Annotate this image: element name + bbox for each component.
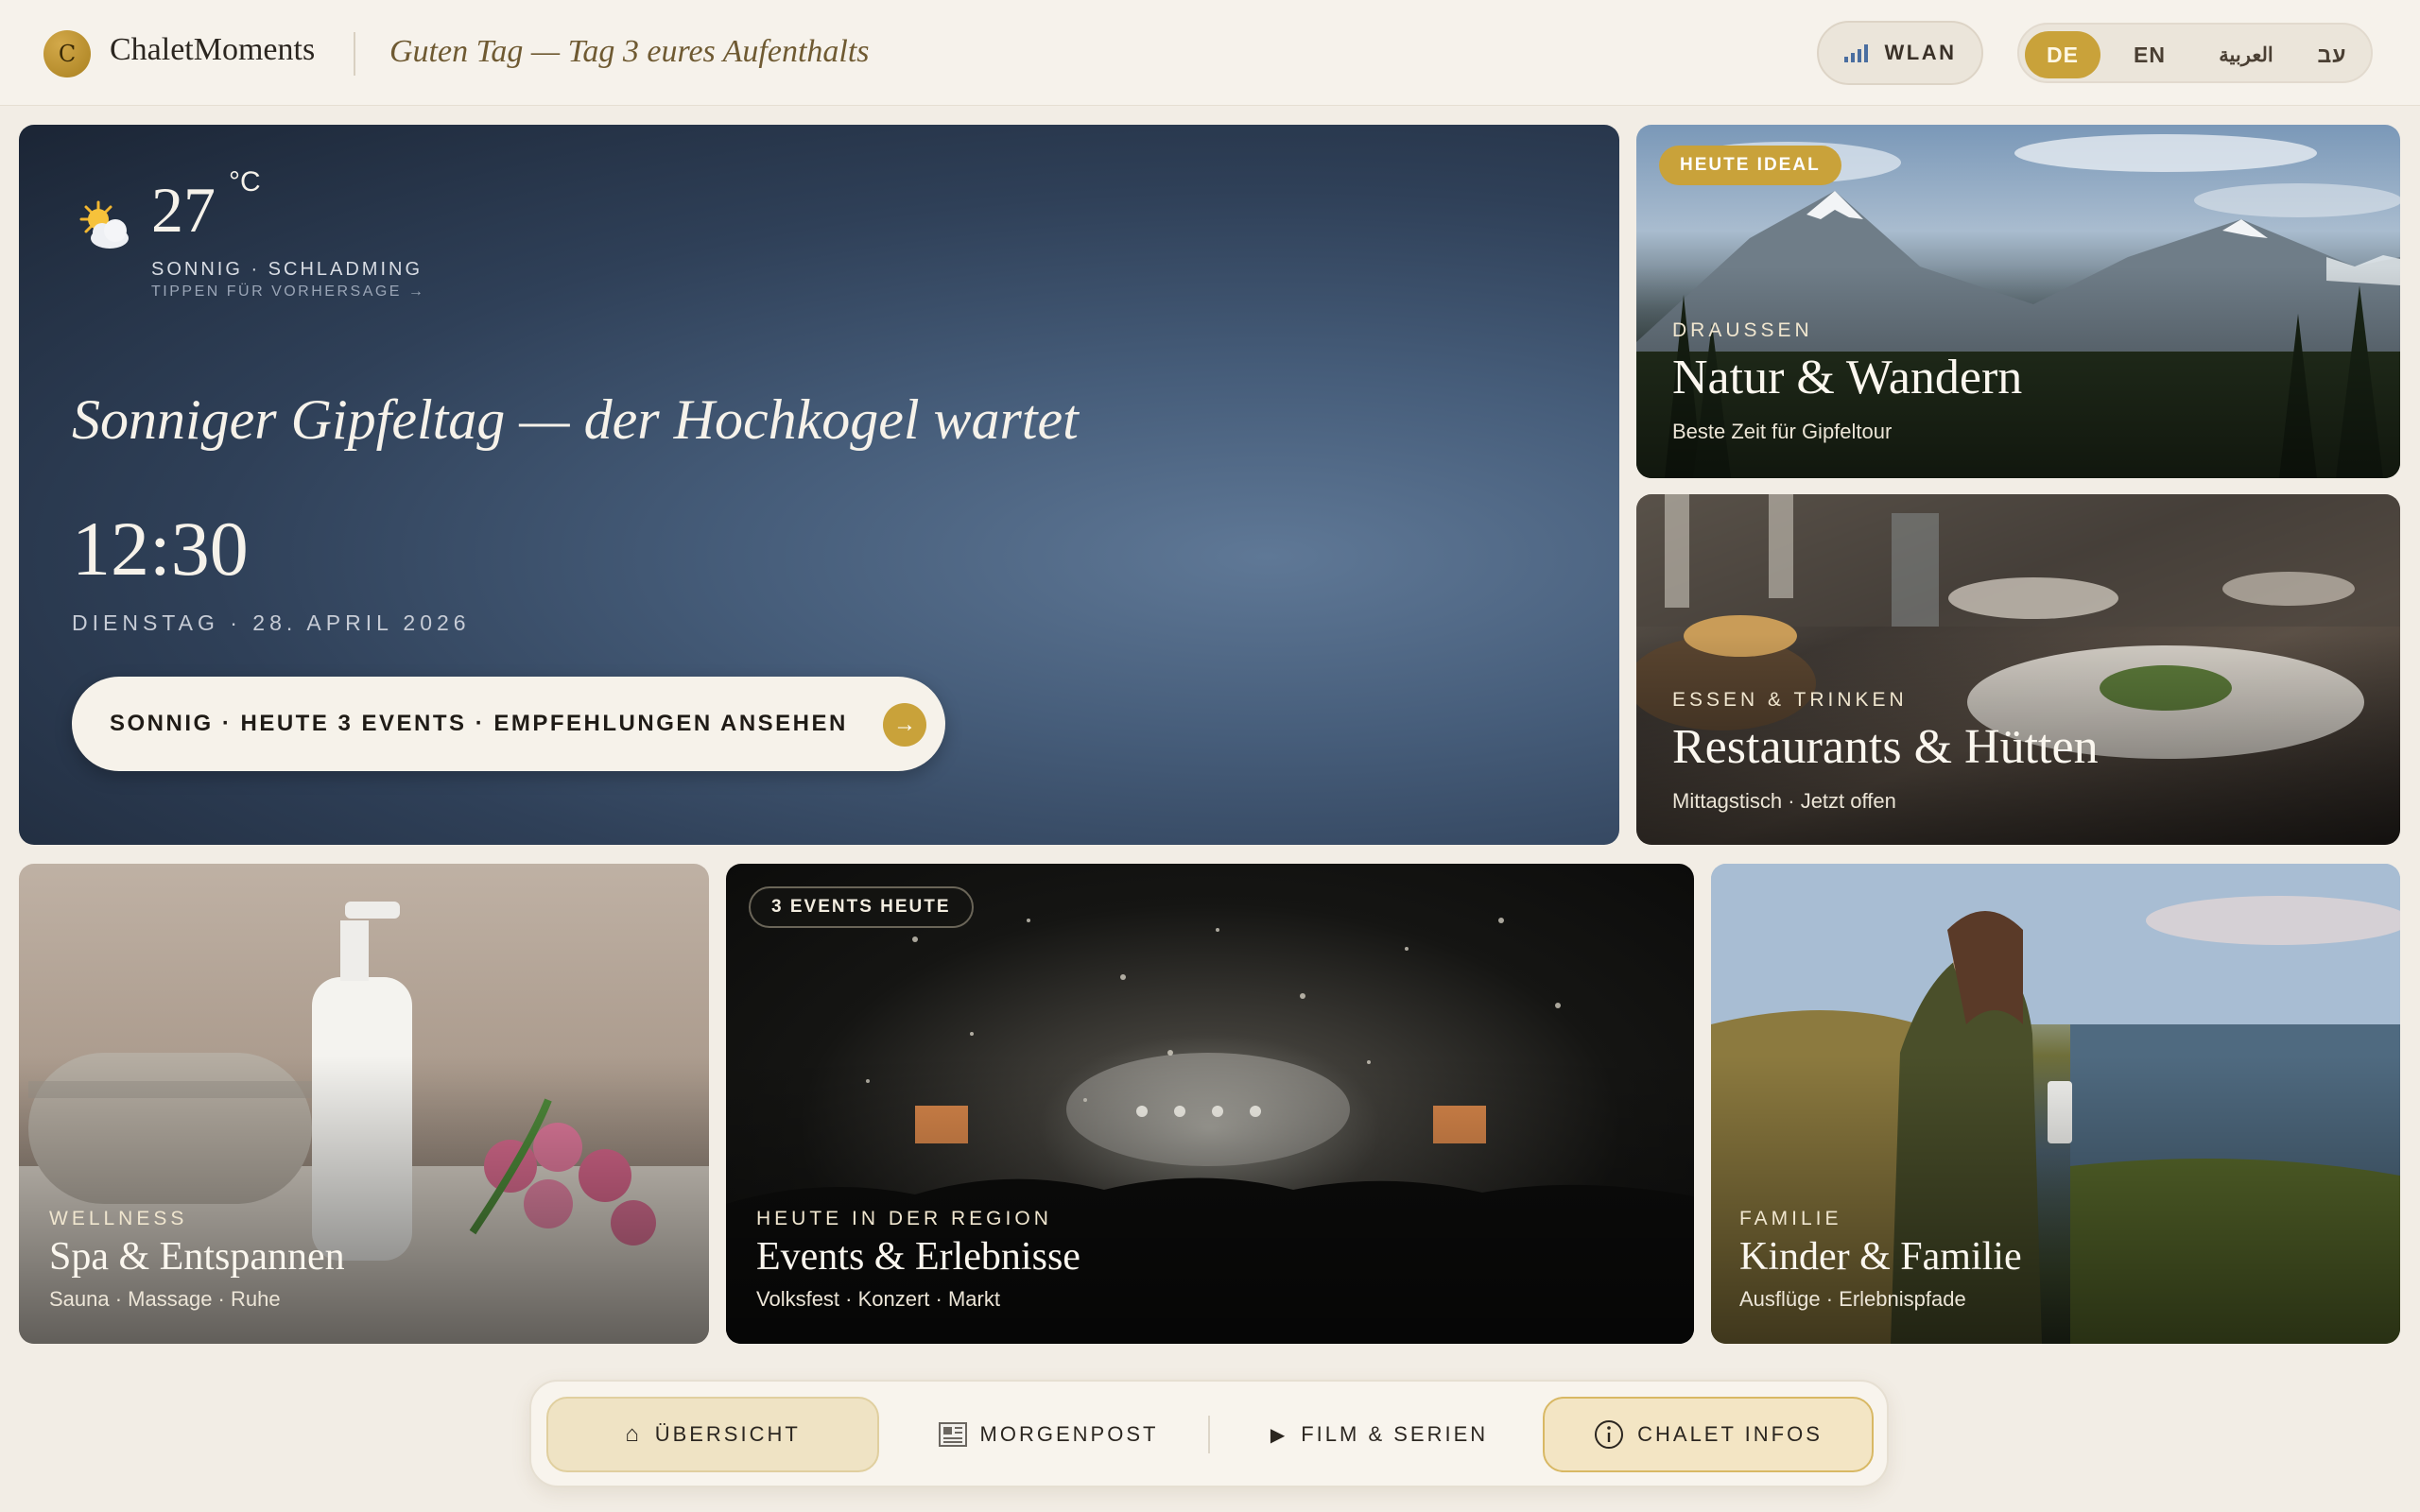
events-card[interactable]: 3 EVENTS HEUTE HEUTE IN DER REGION Event… bbox=[726, 864, 1694, 1344]
today-ideal-badge: HEUTE IDEAL bbox=[1659, 146, 1841, 185]
wifi-button[interactable]: WLAN bbox=[1817, 21, 1983, 85]
recommendations-button[interactable]: SONNIG · HEUTE 3 EVENTS · EMPFEHLUNGEN A… bbox=[72, 677, 945, 771]
spa-kicker: WELLNESS bbox=[49, 1208, 188, 1229]
family-kicker: FAMILIE bbox=[1739, 1208, 1842, 1229]
lang-de-button[interactable]: DE bbox=[2025, 31, 2100, 78]
wifi-label: WLAN bbox=[1884, 41, 1957, 64]
current-date: DIENSTAG · 28. APRIL 2026 bbox=[72, 610, 471, 635]
arrow-right-icon: → bbox=[883, 703, 926, 747]
nature-kicker: DRAUSSEN bbox=[1672, 319, 1813, 341]
spa-subtitle: Sauna · Massage · Ruhe bbox=[49, 1287, 281, 1311]
events-subtitle: Volksfest · Konzert · Markt bbox=[756, 1287, 1000, 1311]
spa-title: Spa & Entspannen bbox=[49, 1235, 345, 1279]
lang-en-button[interactable]: EN bbox=[2112, 31, 2187, 78]
nature-hiking-card[interactable]: HEUTE IDEAL DRAUSSEN Natur & Wandern Bes… bbox=[1636, 125, 2400, 478]
bottom-navigation: ⌂ ÜBERSICHT MORGENPOST ▶ FILM & SERIEN C… bbox=[529, 1380, 1889, 1487]
events-count-badge: 3 EVENTS HEUTE bbox=[749, 886, 974, 928]
nature-subtitle: Beste Zeit für Gipfeltour bbox=[1672, 420, 1893, 443]
nav-films-tab[interactable]: ▶ FILM & SERIEN bbox=[1221, 1397, 1537, 1472]
nav-films-label: FILM & SERIEN bbox=[1301, 1422, 1489, 1446]
temperature-unit: °C bbox=[229, 166, 261, 198]
recommendations-label: SONNIG · HEUTE 3 EVENTS · EMPFEHLUNGEN A… bbox=[110, 711, 848, 736]
nav-overview-label: ÜBERSICHT bbox=[654, 1422, 801, 1446]
clock-time: 12:30 bbox=[72, 506, 249, 592]
nav-newspaper-tab[interactable]: MORGENPOST bbox=[890, 1397, 1206, 1472]
header-divider bbox=[354, 32, 355, 76]
food-title: Restaurants & Hütten bbox=[1672, 720, 2099, 774]
wifi-signal-icon bbox=[1843, 43, 1868, 62]
info-icon bbox=[1595, 1420, 1624, 1449]
spa-wellness-card[interactable]: WELLNESS Spa & Entspannen Sauna · Massag… bbox=[19, 864, 709, 1344]
events-kicker: HEUTE IN DER REGION bbox=[756, 1208, 1052, 1229]
home-icon: ⌂ bbox=[625, 1421, 642, 1447]
hero-card: 27 °C SONNIG · SCHLADMING TIPPEN FÜR VOR… bbox=[19, 125, 1619, 845]
nav-newspaper-label: MORGENPOST bbox=[979, 1422, 1159, 1446]
hero-headline: Sonniger Gipfeltag — der Hochkogel warte… bbox=[72, 388, 1079, 451]
play-icon: ▶ bbox=[1270, 1424, 1288, 1446]
family-subtitle: Ausflüge · Erlebnispfade bbox=[1739, 1287, 1966, 1311]
newspaper-icon bbox=[938, 1422, 967, 1447]
greeting-text: Guten Tag — Tag 3 eures Aufenthalts bbox=[389, 34, 870, 69]
family-title: Kinder & Familie bbox=[1739, 1235, 2022, 1279]
sun-cloud-icon bbox=[79, 200, 129, 249]
lang-he-button[interactable]: עב bbox=[2299, 31, 2365, 78]
language-switcher: DE EN العربية עב bbox=[2017, 23, 2373, 83]
events-title: Events & Erlebnisse bbox=[756, 1235, 1080, 1279]
food-kicker: ESSEN & TRINKEN bbox=[1672, 689, 1908, 711]
forecast-link[interactable]: TIPPEN FÜR VORHERSAGE → bbox=[151, 284, 425, 301]
temperature-value: 27 bbox=[151, 174, 216, 246]
nav-chalet-info-tab[interactable]: CHALET INFOS bbox=[1543, 1397, 1874, 1472]
weather-condition: SONNIG · SCHLADMING bbox=[151, 259, 424, 280]
restaurants-card[interactable]: ESSEN & TRINKEN Restaurants & Hütten Mit… bbox=[1636, 494, 2400, 845]
nav-separator bbox=[1208, 1416, 1210, 1453]
top-bar: C ChaletMoments Guten Tag — Tag 3 eures … bbox=[0, 0, 2420, 106]
nav-chalet-info-label: CHALET INFOS bbox=[1637, 1422, 1823, 1446]
brand-name: ChaletMoments bbox=[110, 32, 316, 67]
lang-ar-button[interactable]: العربية bbox=[2199, 31, 2293, 78]
nature-title: Natur & Wandern bbox=[1672, 351, 2023, 404]
brand-logo: C bbox=[43, 30, 91, 77]
family-card[interactable]: FAMILIE Kinder & Familie Ausflüge · Erle… bbox=[1711, 864, 2400, 1344]
nav-overview-tab[interactable]: ⌂ ÜBERSICHT bbox=[546, 1397, 879, 1472]
food-subtitle: Mittagstisch · Jetzt offen bbox=[1672, 789, 1896, 813]
